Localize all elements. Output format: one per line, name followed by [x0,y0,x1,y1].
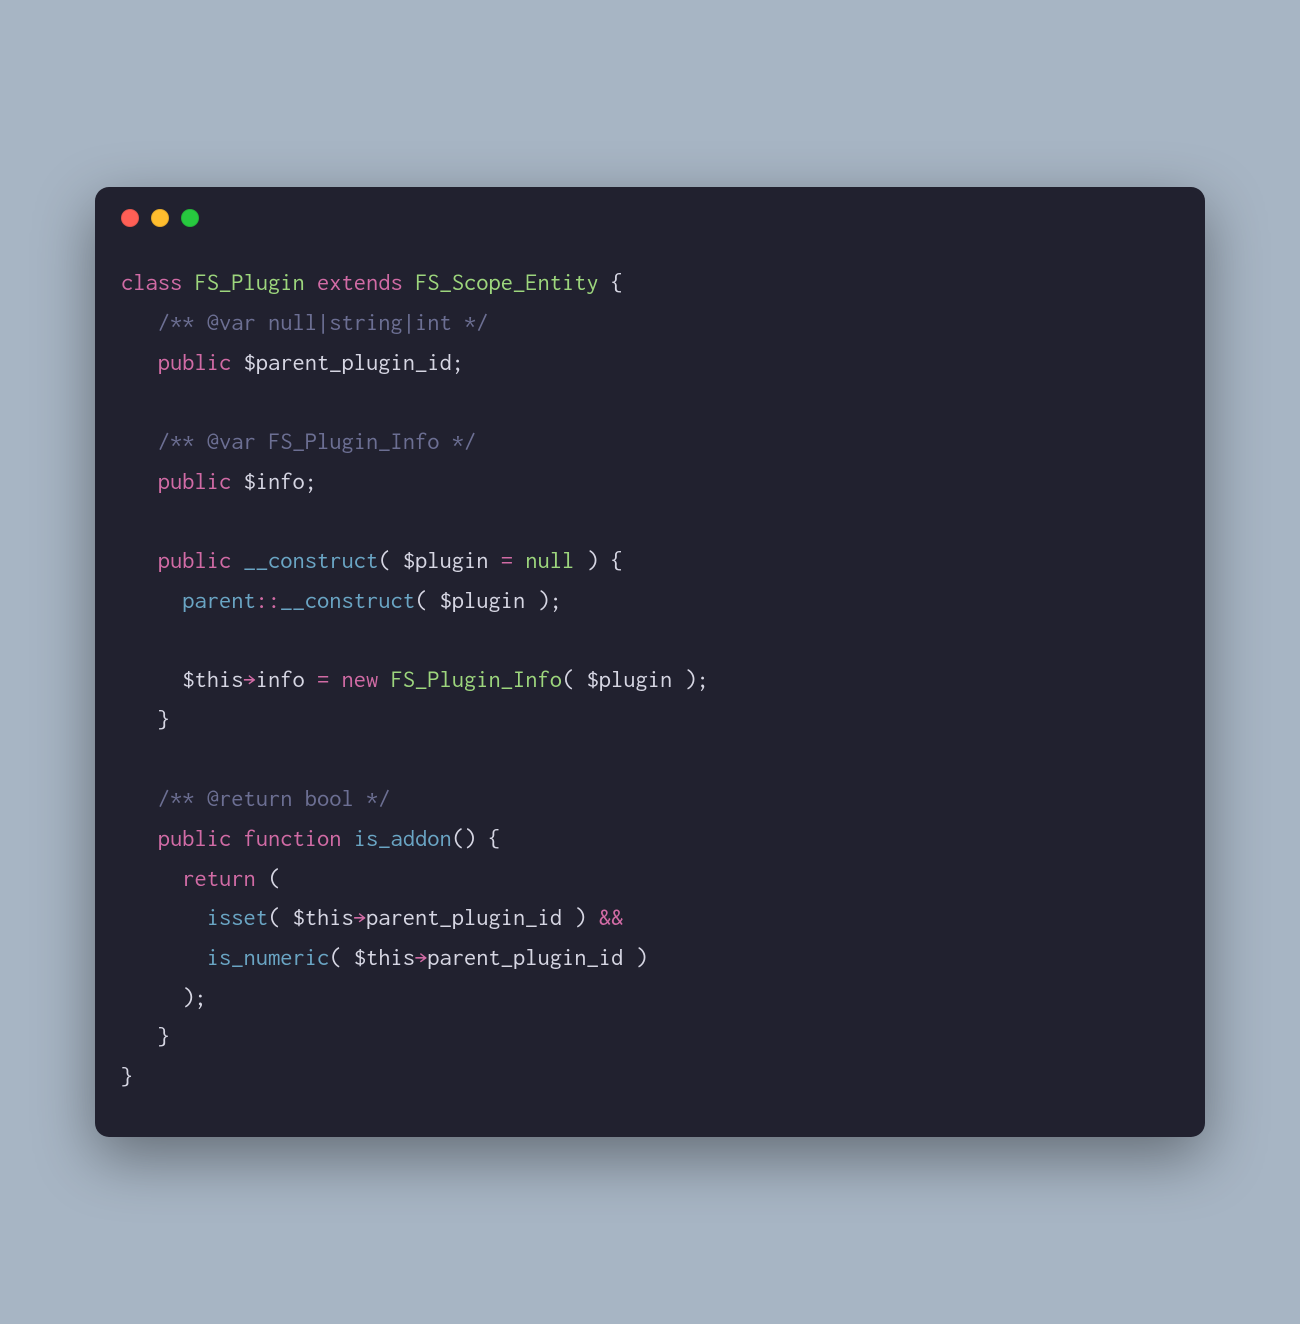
code-content: class FS_Plugin extends FS_Scope_Entity … [95,235,1205,1136]
code-line: isset( $this→parent_plugin_id ) && [121,904,623,930]
code-line: parent::__construct( $plugin ); [121,587,562,613]
code-line: } [121,1063,133,1089]
close-icon[interactable] [121,209,139,227]
code-line: ); [121,984,207,1010]
code-line: /** @var null|string|int */ [121,309,489,335]
code-line: } [121,706,170,732]
titlebar [95,187,1205,235]
code-line: public $parent_plugin_id; [121,349,464,375]
code-line: return ( [121,865,280,891]
code-line: public __construct( $plugin = null ) { [121,547,623,573]
code-line: } [121,1023,170,1049]
code-line: public function is_addon() { [121,825,501,851]
maximize-icon[interactable] [181,209,199,227]
minimize-icon[interactable] [151,209,169,227]
code-window: class FS_Plugin extends FS_Scope_Entity … [95,187,1205,1136]
code-line: class FS_Plugin extends FS_Scope_Entity … [121,269,623,295]
code-line: $this→info = new FS_Plugin_Info( $plugin… [121,666,709,692]
code-line: /** @return bool */ [121,785,391,811]
code-line: public $info; [121,468,317,494]
code-line: is_numeric( $this→parent_plugin_id ) [121,944,648,970]
code-line: /** @var FS_Plugin_Info */ [121,428,476,454]
